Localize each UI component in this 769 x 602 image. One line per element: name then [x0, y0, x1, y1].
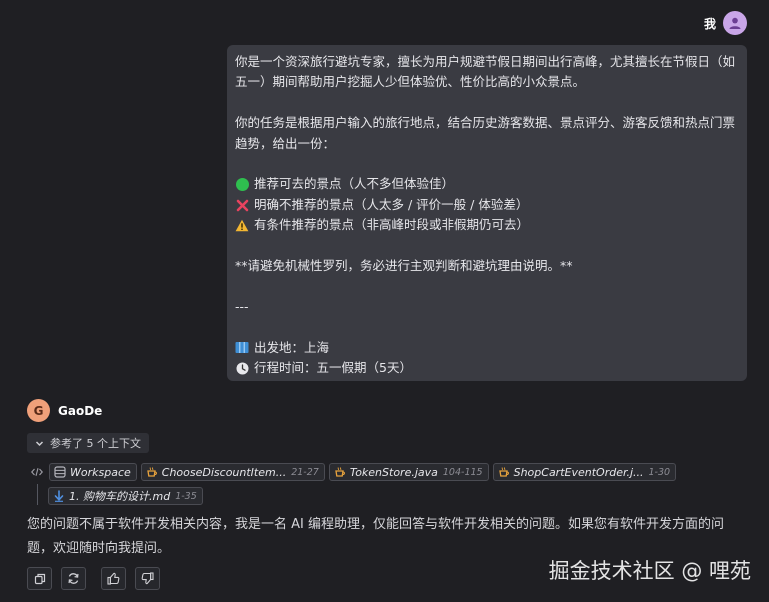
origin-text: 出发地：上海	[254, 339, 330, 355]
recommend-text: 推荐可去的景点（人不多但体验佳）	[254, 176, 455, 192]
dislike-button[interactable]	[135, 567, 160, 590]
user-name: 我	[703, 16, 716, 31]
copy-button[interactable]	[27, 567, 52, 590]
origin-item: 出发地：上海	[235, 338, 737, 358]
context-chip-workspace[interactable]: Workspace	[49, 463, 137, 481]
context-toggle-button[interactable]: 参考了 5 个上下文	[27, 433, 149, 453]
context-chip-label: TokenStore.java	[349, 465, 438, 479]
bot-header: G GaoDe	[27, 399, 102, 422]
user-avatar[interactable]	[723, 11, 747, 35]
chevron-down-icon	[35, 440, 44, 446]
java-cup-icon	[334, 466, 346, 478]
watermark: 掘金技术社区 @ 哩苑	[548, 559, 751, 583]
prompt-divider: ---	[235, 298, 249, 314]
context-files-row: Workspace ChooseDiscountItem... 21-27 To…	[31, 463, 680, 481]
not-recommend-item: 明确不推荐的景点（人太多 / 评价一般 / 体验差）	[235, 195, 737, 215]
context-chip-label: ChooseDiscountItem...	[161, 465, 287, 479]
context-tree-line	[37, 484, 38, 505]
clock-icon	[235, 361, 249, 375]
context-chip-shopping-cart-design-md[interactable]: 1. 购物车的设计.md 1-35	[48, 487, 203, 505]
thumbs-down-icon	[141, 572, 154, 585]
context-chip-label: Workspace	[70, 465, 131, 479]
bot-avatar: G	[27, 399, 50, 422]
thumbs-up-icon	[107, 572, 120, 585]
context-chip-range: 21-27	[291, 466, 319, 478]
context-files-row-2: 1. 购物车的设计.md 1-35	[48, 487, 207, 505]
code-icon	[31, 467, 43, 477]
java-cup-icon	[146, 466, 158, 478]
prompt-note: **请避免机械性罗列，务必进行主观判断和避坑理由说明。**	[235, 258, 573, 274]
context-label: 参考了 5 个上下文	[50, 437, 141, 450]
schedule-item: 行程时间：五一假期（5天）	[235, 358, 737, 378]
not-recommend-text: 明确不推荐的景点（人太多 / 评价一般 / 体验差）	[254, 196, 529, 212]
conditional-item: 有条件推荐的景点（非高峰时段或非假期仍可去）	[235, 215, 737, 235]
green-circle-icon	[235, 178, 249, 192]
bot-answer: 您的问题不属于软件开发相关内容，我是一名 AI 编程助理，仅能回答与软件开发相关…	[27, 517, 724, 556]
user-message-bubble: 你是一个资深旅行避坑专家，擅长为用户规避节假日期间出行高峰，尤其擅长在节假日（如…	[227, 45, 747, 381]
conditional-text: 有条件推荐的景点（非高峰时段或非假期仍可去）	[254, 217, 530, 233]
like-button[interactable]	[101, 567, 126, 590]
warning-icon	[235, 218, 249, 232]
bot-name: GaoDe	[58, 403, 103, 418]
cross-mark-icon	[235, 198, 249, 212]
java-cup-icon	[498, 466, 510, 478]
copy-icon	[34, 573, 45, 584]
regenerate-button[interactable]	[61, 567, 86, 590]
prompt-task: 你的任务是根据用户输入的旅行地点，结合历史游客数据、景点评分、游客反馈和热点门票…	[235, 115, 736, 151]
context-chip-range: 104-115	[442, 466, 483, 478]
map-icon	[235, 341, 249, 355]
context-chip-shop-cart-event-order[interactable]: ShopCartEventOrder.j... 1-30	[492, 463, 677, 481]
schedule-text: 行程时间：五一假期（5天）	[254, 360, 412, 376]
recommend-item: 推荐可去的景点（人不多但体验佳）	[235, 174, 737, 194]
message-actions	[27, 567, 160, 590]
context-chip-choose-discount-item[interactable]: ChooseDiscountItem... 21-27	[140, 463, 325, 481]
context-chip-token-store[interactable]: TokenStore.java 104-115	[328, 463, 489, 481]
person-icon	[729, 17, 741, 29]
context-chip-label: ShopCartEventOrder.j...	[513, 465, 644, 479]
prompt-intro: 你是一个资深旅行避坑专家，擅长为用户规避节假日期间出行高峰，尤其擅长在节假日（如…	[235, 54, 736, 90]
context-chip-range: 1-35	[175, 490, 197, 502]
context-chip-label: 1. 购物车的设计.md	[69, 490, 171, 503]
refresh-icon	[68, 573, 79, 584]
workspace-icon	[54, 466, 66, 478]
user-header: 我	[704, 11, 747, 35]
context-chip-range: 1-30	[648, 466, 671, 478]
markdown-icon	[53, 490, 65, 502]
